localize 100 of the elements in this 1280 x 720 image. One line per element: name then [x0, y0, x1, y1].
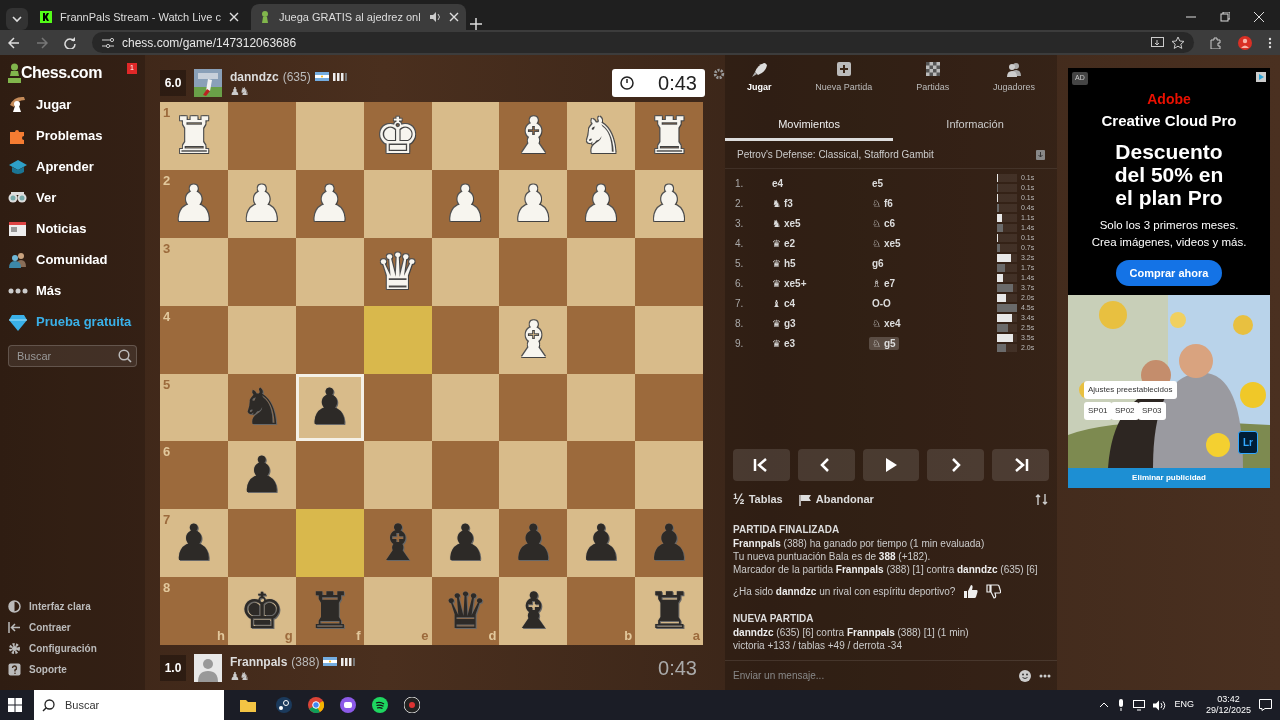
microphone-icon[interactable] [1117, 699, 1126, 711]
board-square[interactable] [227, 237, 296, 306]
remove-ads-button[interactable]: Eliminar publicidad [1068, 468, 1270, 488]
browser-icon[interactable] [308, 697, 324, 713]
browser-tab[interactable]: Juega GRATIS al ajedrez onl [251, 4, 466, 30]
board-square[interactable] [363, 373, 432, 442]
search-icon[interactable] [118, 349, 132, 363]
nav-item[interactable]: Problemas [8, 120, 137, 151]
nav-item[interactable]: Noticias [8, 213, 137, 244]
clock-date[interactable]: 29/12/2025 [1205, 705, 1251, 716]
player-name[interactable]: danndzc [230, 67, 279, 86]
board-square[interactable]: ♟ [567, 169, 636, 238]
forward-icon[interactable] [36, 36, 48, 49]
close-icon[interactable] [1254, 12, 1264, 22]
clock-time[interactable]: 03:42 [1217, 694, 1240, 705]
board-square[interactable] [635, 373, 703, 442]
chess-piece[interactable]: ♜ [646, 586, 692, 637]
board-square[interactable]: ♟ [567, 509, 636, 578]
settings-item[interactable]: Soporte [8, 659, 137, 680]
restore-icon[interactable] [1220, 12, 1230, 22]
move[interactable]: ♛ g3 [769, 316, 799, 330]
board-square[interactable]: ♝ [499, 102, 568, 170]
move[interactable]: ♛ e2 [769, 236, 799, 250]
search-field[interactable]: Buscar [34, 690, 224, 720]
nav-item[interactable]: Comunidad [8, 244, 137, 275]
chess-piece[interactable]: ♝ [510, 110, 556, 161]
recorder-icon[interactable] [404, 697, 420, 713]
more-icon[interactable] [1039, 673, 1051, 678]
chess-piece[interactable]: ♟ [171, 178, 217, 229]
chess-piece[interactable]: ♛ [375, 246, 420, 297]
panel-nav-item[interactable]: Jugar [746, 61, 772, 103]
chess-piece[interactable]: ♚ [239, 586, 285, 637]
nav-item[interactable]: Prueba gratuita [8, 306, 137, 337]
board-square[interactable] [227, 509, 296, 578]
board-square[interactable] [499, 441, 568, 510]
chess-piece[interactable]: ♟ [443, 518, 488, 569]
chess-piece[interactable]: ♟ [443, 178, 488, 229]
board-square[interactable]: ♝ [499, 577, 568, 645]
avatar-icon[interactable] [1238, 35, 1252, 50]
board-square[interactable]: ♛ [363, 237, 432, 306]
board-square[interactable] [431, 102, 500, 170]
dropdown-icon[interactable] [6, 8, 28, 30]
chat-app-icon[interactable] [340, 697, 356, 713]
next-button[interactable] [927, 449, 985, 481]
move[interactable]: ♞ f3 [769, 196, 796, 210]
language-indicator[interactable]: ENG [1174, 698, 1194, 712]
board-square[interactable]: ♟ [295, 373, 364, 442]
pawn-logo-icon[interactable] [8, 63, 21, 83]
board-square[interactable] [567, 237, 636, 306]
emoji-icon[interactable] [1019, 669, 1031, 682]
notifications-icon[interactable] [1259, 699, 1272, 711]
install-icon[interactable] [1151, 36, 1164, 49]
board-square[interactable] [363, 169, 432, 238]
board-square[interactable]: ♟ [295, 169, 364, 238]
previous-button[interactable] [797, 449, 855, 481]
preset-button[interactable]: SP02 [1111, 402, 1139, 420]
draw-button[interactable]: ½ Tablas [733, 489, 783, 510]
message-field[interactable]: Enviar un mensaje... [731, 667, 1011, 684]
player-name[interactable]: Frannpals [230, 652, 288, 671]
download-icon[interactable] [1036, 149, 1045, 160]
move[interactable]: ♛ xe5+ [769, 276, 810, 290]
settings-item[interactable]: Configuración [8, 638, 137, 659]
chess-piece[interactable]: ♝ [510, 586, 556, 637]
move[interactable]: ♝ c4 [769, 296, 799, 310]
board-square[interactable]: ♟ [227, 441, 296, 510]
reload-icon[interactable] [64, 36, 76, 49]
last-button[interactable] [992, 449, 1049, 481]
board-square[interactable] [567, 305, 636, 374]
board-square[interactable]: ♟ [431, 509, 500, 578]
close-icon[interactable] [229, 12, 239, 22]
folder-icon[interactable] [240, 698, 256, 712]
extensions-icon[interactable] [1210, 36, 1222, 49]
panel-nav-item[interactable]: Partidas [916, 61, 950, 103]
move[interactable]: ♗ e7 [869, 276, 899, 290]
back-icon[interactable] [8, 36, 20, 49]
chess-piece[interactable]: ♟ [239, 450, 285, 501]
move[interactable]: ♛ e3 [769, 336, 799, 350]
preset-chip[interactable]: Ajustes preestablecidos [1084, 381, 1177, 399]
chess-piece[interactable]: ♟ [307, 178, 353, 229]
panel-nav-item[interactable]: Jugadores [993, 61, 1036, 103]
preset-button[interactable]: SP03 [1138, 402, 1166, 420]
move[interactable]: ♞ xe5 [769, 216, 804, 230]
volume-icon[interactable] [1153, 699, 1167, 711]
flip-board-icon[interactable] [1035, 493, 1049, 506]
nav-item[interactable]: Jugar [8, 89, 137, 120]
move[interactable]: ♘ g5 [869, 336, 899, 350]
chevron-up-icon[interactable] [1099, 702, 1110, 708]
chess-piece[interactable]: ♟ [578, 178, 624, 229]
board-square[interactable]: ♚ [363, 102, 432, 170]
network-icon[interactable] [1133, 699, 1146, 711]
board-square[interactable] [431, 373, 500, 442]
chess-piece[interactable]: ♚ [375, 110, 420, 161]
settings-item[interactable]: Contraer [8, 617, 137, 638]
board-square[interactable] [431, 305, 500, 374]
move[interactable]: ♘ xe4 [869, 316, 904, 330]
move[interactable]: ♛ h5 [769, 256, 799, 270]
board-square[interactable] [499, 373, 568, 442]
board-square[interactable] [227, 305, 296, 374]
board-square[interactable] [567, 373, 636, 442]
nav-item[interactable]: Ver [8, 182, 137, 213]
